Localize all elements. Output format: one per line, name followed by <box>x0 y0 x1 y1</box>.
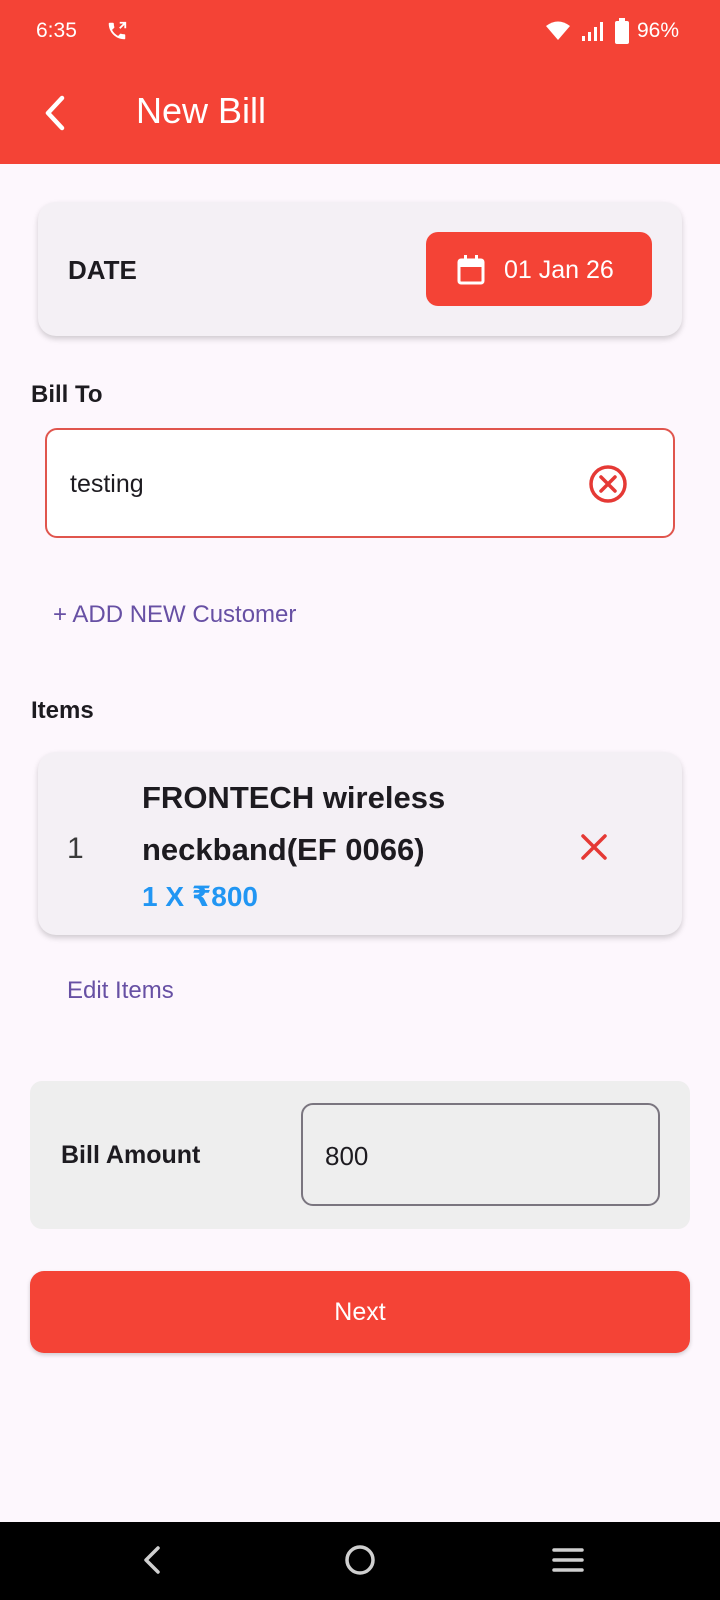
customer-value: testing <box>70 470 144 498</box>
items-label: Items <box>31 697 94 724</box>
app-bar: New Bill <box>0 62 720 164</box>
signal-icon <box>582 22 603 41</box>
bill-amount-field[interactable]: 800 <box>301 1103 660 1206</box>
bill-amount-panel: Bill Amount 800 <box>30 1081 690 1229</box>
wifi-icon <box>546 21 570 40</box>
status-bar: 6:35 96% <box>0 0 720 62</box>
arrow-back-icon[interactable] <box>32 88 82 138</box>
item-index: 1 <box>67 832 84 865</box>
next-button[interactable]: Next <box>30 1271 690 1353</box>
call-forward-icon <box>108 21 127 40</box>
nav-back-icon[interactable] <box>138 1542 168 1578</box>
status-time: 6:35 <box>36 19 77 42</box>
nav-home-icon[interactable] <box>342 1542 378 1578</box>
battery-percent: 96% <box>637 19 680 42</box>
calendar-icon <box>457 255 485 285</box>
close-icon[interactable] <box>578 831 610 863</box>
nav-recents-icon[interactable] <box>550 1544 586 1576</box>
battery-icon <box>615 18 629 44</box>
bill-to-label: Bill To <box>31 381 103 408</box>
date-picker-button[interactable]: 01 Jan 26 <box>426 232 652 306</box>
clear-circle-icon[interactable] <box>587 463 629 505</box>
add-new-customer-button[interactable]: + ADD NEW Customer <box>53 601 296 629</box>
edit-items-button[interactable]: Edit Items <box>67 977 174 1005</box>
item-name: FRONTECH wireless neckband(EF 0066) <box>142 780 446 867</box>
customer-field[interactable]: testing <box>45 428 675 538</box>
date-card: DATE 01 Jan 26 <box>38 202 682 336</box>
item-card: 1 FRONTECH wireless neckband(EF 0066) 1 … <box>38 752 682 935</box>
date-label: DATE <box>68 255 137 285</box>
bill-amount-label: Bill Amount <box>61 1141 201 1169</box>
date-value: 01 Jan 26 <box>504 256 614 284</box>
page-title: New Bill <box>136 90 267 131</box>
system-nav-bar <box>0 1522 720 1600</box>
bill-amount-value: 800 <box>325 1141 369 1171</box>
item-price: 1 X ₹800 <box>142 881 259 912</box>
